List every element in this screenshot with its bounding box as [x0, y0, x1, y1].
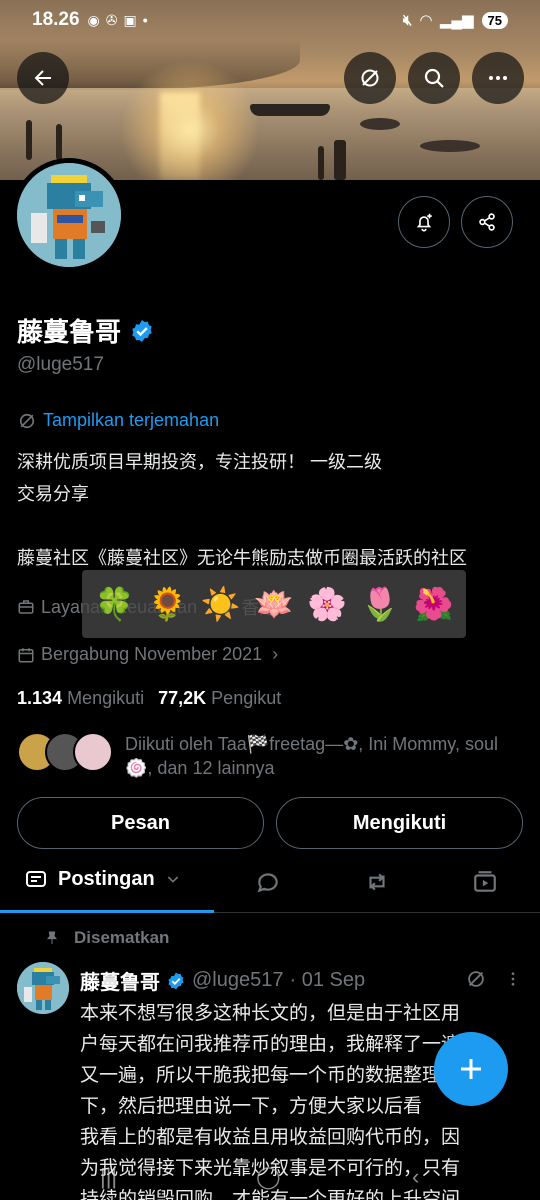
- message-button[interactable]: Pesan: [17, 797, 264, 849]
- status-bar: 18.26 ◉ ✇ ▣ • 🔇︎ ◠ ▂▄▆ 75: [0, 0, 540, 40]
- post-author-handle: @luge517: [192, 969, 284, 991]
- show-translation-link[interactable]: Tampilkan terjemahan: [17, 410, 219, 431]
- emoji-lotus[interactable]: 🪷: [254, 585, 294, 623]
- signal-icon: ▂▄▆: [439, 12, 474, 29]
- notifications-subscribe-button[interactable]: [398, 196, 450, 248]
- profile-joined-row: Bergabung November 2021 ›: [17, 644, 278, 665]
- banner-person: [334, 140, 346, 180]
- wifi-icon: ◠: [420, 12, 432, 29]
- active-tab-indicator: [0, 910, 214, 913]
- search-button[interactable]: [408, 52, 460, 104]
- post-author-avatar[interactable]: [17, 962, 69, 1014]
- dot-icon: •: [142, 12, 148, 28]
- following-button[interactable]: Mengikuti: [276, 797, 523, 849]
- followers-label: Pengikut: [211, 688, 282, 708]
- whatsapp-icon: ◉: [87, 11, 100, 28]
- translate-off-icon: [19, 413, 35, 428]
- banner-rock: [420, 140, 480, 152]
- following-count: 1.134: [17, 688, 63, 708]
- briefcase-icon: [18, 600, 34, 614]
- profile-avatar[interactable]: [12, 158, 126, 272]
- post-text-line: 本来不想写很多这种长文的，但是由于社区用: [80, 1003, 461, 1024]
- post-text-line: 持续的销毁回购，才能有一个更好的上升空间: [80, 1189, 461, 1200]
- bio-line: 深耕优质项目早期投资，专注投研！ 一级二级: [17, 452, 382, 472]
- translate-off-icon: [361, 69, 379, 87]
- pinned-label: Disematkan: [74, 928, 170, 947]
- banner-person: [318, 146, 324, 180]
- calendar-icon: [18, 647, 34, 662]
- media-tab-icon[interactable]: [472, 869, 498, 895]
- emoji-hibiscus[interactable]: 🌺: [413, 585, 453, 623]
- profile-handle: @luge517: [17, 354, 104, 375]
- mute-icon: 🔇︎: [402, 11, 413, 29]
- show-translation-label: Tampilkan terjemahan: [43, 410, 220, 430]
- emoji-sunflower[interactable]: 🌻: [148, 585, 188, 623]
- verified-badge-icon: [168, 972, 184, 989]
- profile-name: 藤蔓鲁哥: [17, 317, 122, 347]
- chevron-right-icon[interactable]: ›: [272, 644, 278, 665]
- emoji-sun[interactable]: ☀️: [201, 585, 241, 623]
- tab-posts-label: Postingan: [58, 867, 155, 890]
- plus-icon: [461, 1059, 481, 1079]
- post-text-line: 为我觉得接下来光靠炒叙事是不可行的，只有: [80, 1158, 461, 1179]
- followed-by-text: Diikuti oleh Taa🏁freetag—✿, Ini Mommy, s…: [125, 734, 498, 778]
- profile-joined-date: Bergabung November 2021: [41, 644, 263, 664]
- back-button[interactable]: [17, 52, 69, 104]
- post-author-name[interactable]: 藤蔓鲁哥: [80, 966, 160, 995]
- share-icon: [479, 213, 495, 231]
- emoji-tulip[interactable]: 🌷: [360, 585, 400, 623]
- followers-count: 77,2K: [158, 688, 207, 708]
- follow-stats: 1.134 Mengikuti 77,2K Pengikut: [17, 688, 281, 709]
- pixel-dino-avatar-art: [17, 962, 69, 1014]
- nav-back-icon[interactable]: ‹: [412, 1164, 419, 1190]
- emoji-cherry-blossom[interactable]: 🌸: [307, 585, 347, 623]
- arrow-left-icon: [34, 70, 51, 86]
- bell-plus-icon: [416, 213, 432, 232]
- app-icon: ✇: [105, 11, 118, 28]
- following-label: Mengikuti: [67, 688, 145, 708]
- profile-name-row: 藤蔓鲁哥: [17, 312, 155, 349]
- posts-icon: [26, 871, 46, 887]
- emoji-clover[interactable]: 🍀: [95, 585, 135, 623]
- bio-line: 交易分享: [17, 484, 89, 504]
- repost-tab-icon[interactable]: [364, 869, 390, 895]
- nav-recents-icon[interactable]: |||: [100, 1164, 117, 1190]
- follower-avatar: [73, 732, 113, 772]
- translate-off-icon[interactable]: [465, 968, 487, 990]
- avatar-image: [17, 163, 121, 267]
- more-button[interactable]: [472, 52, 524, 104]
- pixel-dino-avatar-art: [17, 163, 121, 267]
- banner-sun-reflection: [160, 92, 200, 180]
- banner-boat: [250, 104, 330, 116]
- post-text-line: 我看上的都是有收益且用收益回购代币的，因: [80, 1127, 461, 1148]
- followers-stat[interactable]: 77,2K Pengikut: [158, 688, 281, 709]
- emoji-reaction-overlay[interactable]: 🍀 🌻 ☀️ 🪷 🌸 🌷 🌺: [82, 570, 466, 638]
- pin-icon: [47, 931, 57, 944]
- shop-icon: ▣: [123, 11, 137, 28]
- replies-tab-icon[interactable]: [255, 869, 281, 895]
- search-icon: [424, 68, 444, 88]
- following-stat[interactable]: 1.134 Mengikuti: [17, 688, 144, 709]
- more-vertical-icon[interactable]: [504, 968, 522, 990]
- banner-person: [56, 124, 62, 160]
- post-date: · 01 Sep: [289, 969, 366, 991]
- banner-rock: [360, 118, 400, 130]
- banner-person: [26, 120, 32, 160]
- more-horizontal-icon: [489, 76, 507, 80]
- followed-by-row[interactable]: Diikuti oleh Taa🏁freetag—✿, Ini Mommy, s…: [17, 732, 515, 780]
- translate-toggle-button[interactable]: [344, 52, 396, 104]
- profile-tabs: Postingan: [0, 855, 540, 913]
- battery-indicator: 75: [481, 11, 508, 29]
- nav-home-icon[interactable]: ◯: [256, 1164, 281, 1190]
- status-time: 18.26: [32, 9, 80, 30]
- pinned-indicator: Disematkan: [44, 928, 169, 948]
- compose-post-button[interactable]: [434, 1032, 508, 1106]
- chevron-down-icon[interactable]: [165, 871, 181, 887]
- tab-posts[interactable]: Postingan: [24, 867, 181, 891]
- verified-badge-icon[interactable]: [129, 318, 155, 344]
- share-button[interactable]: [461, 196, 513, 248]
- post-header: 藤蔓鲁哥 @luge517 · 01 Sep: [80, 966, 365, 995]
